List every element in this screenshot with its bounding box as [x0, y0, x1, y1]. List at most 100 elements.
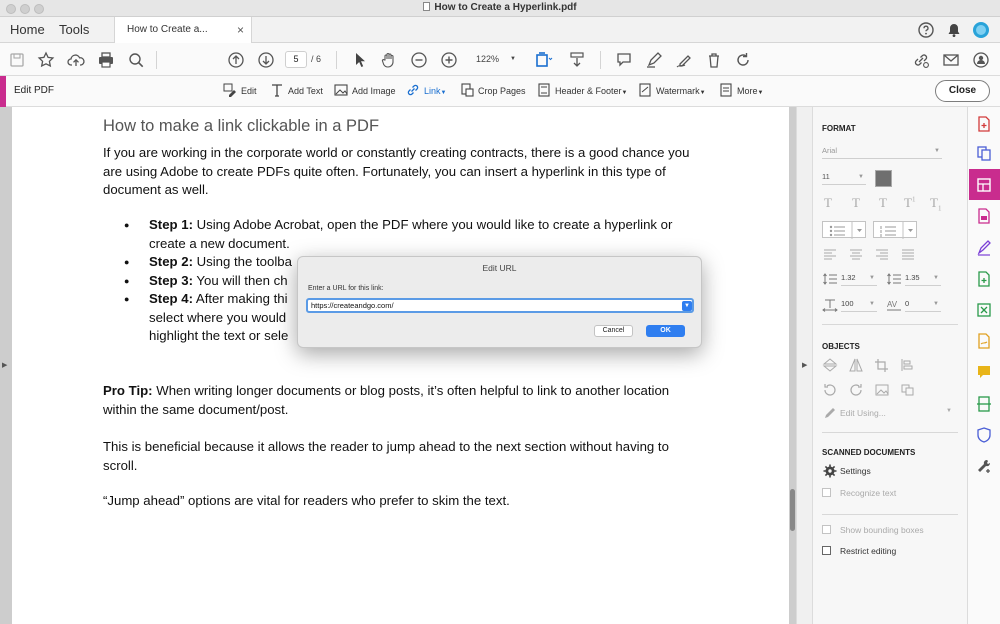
combine-files-icon[interactable] [976, 145, 992, 161]
find-search-icon[interactable] [126, 50, 146, 70]
intro-paragraph[interactable]: If you are working in the corporate worl… [103, 144, 703, 200]
edit-using-label[interactable]: Edit Using... [840, 408, 886, 418]
watermark-button[interactable]: Watermark▼ [638, 83, 706, 100]
help-icon[interactable] [917, 21, 935, 39]
superscript-icon[interactable]: T1 [904, 195, 915, 211]
left-panel-toggle-icon[interactable]: ▶ [2, 361, 7, 369]
edit-mode-accent [0, 76, 6, 107]
url-input[interactable] [306, 298, 694, 313]
next-page-icon[interactable] [256, 50, 276, 70]
request-signature-icon[interactable] [976, 333, 992, 349]
highlight-pen-icon[interactable] [644, 50, 664, 70]
protect-shield-icon[interactable] [976, 427, 992, 443]
crop-pages-button[interactable]: Crop Pages [460, 83, 526, 100]
text-underline-t-icon[interactable]: T [879, 195, 887, 211]
font-family-dropdown[interactable]: Arial▼ [822, 145, 942, 159]
create-pdf-icon[interactable] [976, 116, 992, 132]
bookmark-star-icon[interactable] [36, 50, 56, 70]
window-title: How to Create a Hyperlink.pdf [0, 2, 1000, 13]
save-icon[interactable] [7, 50, 27, 70]
paragraph-spacing-dropdown[interactable]: 1.35▼ [905, 272, 941, 286]
page-heading[interactable]: How to make a link clickable in a PDF [103, 117, 379, 136]
align-objects-dropdown-icon[interactable] [900, 358, 916, 372]
zoom-in-icon[interactable] [439, 50, 459, 70]
export-pdf-icon[interactable] [976, 208, 992, 224]
show-bounding-boxes-checkbox[interactable] [822, 525, 831, 534]
url-history-dropdown-icon[interactable]: ▼ [682, 301, 692, 311]
align-center-icon[interactable] [848, 247, 864, 261]
add-text-button[interactable]: Add Text [270, 83, 323, 100]
jump-ahead-paragraph[interactable]: “Jump ahead” options are vital for reade… [103, 492, 703, 511]
zoom-level-dropdown[interactable]: 122%▼ [468, 51, 520, 68]
text-color-swatch[interactable] [875, 170, 892, 187]
add-text-icon [270, 83, 284, 97]
comment-icon[interactable] [614, 50, 634, 70]
close-edit-button[interactable]: Close [935, 80, 990, 102]
right-panel-toggle-icon[interactable]: ▶ [802, 361, 807, 369]
link-dropdown-button[interactable]: Link▼ [406, 83, 446, 100]
numbered-list-dropdown[interactable] [873, 221, 917, 238]
upload-cloud-icon[interactable] [66, 50, 86, 70]
trash-icon[interactable] [704, 50, 724, 70]
font-size-dropdown[interactable]: 11▼ [822, 171, 866, 185]
print-icon[interactable] [96, 50, 116, 70]
line-spacing-dropdown[interactable]: 1.32▼ [841, 272, 877, 286]
align-left-icon[interactable] [822, 247, 838, 261]
text-style-t-icon[interactable]: T [824, 195, 832, 211]
scrolling-mode-icon[interactable] [567, 50, 587, 70]
zoom-out-icon[interactable] [409, 50, 429, 70]
export-excel-icon[interactable] [976, 302, 992, 318]
recognize-text-checkbox[interactable] [822, 488, 831, 497]
add-image-button[interactable]: Add Image [334, 83, 396, 100]
beneficial-paragraph[interactable]: This is beneficial because it allows the… [103, 438, 703, 475]
add-user-icon[interactable] [971, 50, 991, 70]
select-cursor-icon[interactable] [350, 50, 370, 70]
pro-tip-paragraph[interactable]: Pro Tip: When writing longer documents o… [103, 382, 703, 419]
more-button[interactable]: More▼ [719, 83, 763, 100]
restrict-editing-checkbox[interactable] [822, 546, 831, 555]
tab-tools[interactable]: Tools [59, 17, 89, 42]
more-tools-wrench-icon[interactable] [976, 458, 992, 474]
rotate-icon[interactable] [733, 50, 753, 70]
edit-tool-button[interactable]: Edit [223, 83, 257, 100]
header-footer-button[interactable]: Header & Footer▼ [537, 83, 628, 100]
close-tab-icon[interactable]: × [237, 17, 244, 43]
sign-icon[interactable] [674, 50, 694, 70]
cancel-button[interactable]: Cancel [594, 325, 633, 337]
character-spacing-dropdown[interactable]: 0▼ [905, 298, 941, 312]
subscript-icon[interactable]: T1 [930, 195, 941, 213]
gear-icon[interactable] [822, 464, 838, 478]
hand-tool-icon[interactable] [379, 50, 399, 70]
align-justify-icon[interactable] [900, 247, 916, 261]
text-italic-t-icon[interactable]: T [852, 195, 860, 211]
rotate-left-icon[interactable] [822, 383, 838, 397]
tab-document[interactable]: How to Create a... × [114, 17, 252, 43]
fill-sign-icon[interactable] [976, 240, 992, 256]
replace-image-icon[interactable] [874, 383, 890, 397]
align-right-icon[interactable] [874, 247, 890, 261]
chevron-down-icon: ▼ [858, 171, 864, 183]
ok-button[interactable]: OK [646, 325, 685, 337]
flip-horizontal-icon[interactable] [848, 358, 864, 372]
page-number-input[interactable]: 5 [285, 51, 307, 68]
list-item[interactable]: Step 1: Using Adobe Acrobat, open the PD… [103, 216, 703, 253]
crop-object-icon[interactable] [874, 358, 890, 372]
document-scrollbar[interactable] [790, 489, 795, 531]
share-link-icon[interactable] [911, 50, 931, 70]
scan-ocr-icon[interactable] [976, 396, 992, 412]
previous-page-icon[interactable] [226, 50, 246, 70]
comment-tool-icon[interactable] [976, 364, 992, 380]
fit-page-icon[interactable] [533, 50, 553, 70]
organize-pages-icon[interactable] [976, 271, 992, 287]
horizontal-scale-dropdown[interactable]: 100▼ [841, 298, 877, 312]
bullet-list-dropdown[interactable] [822, 221, 866, 238]
notifications-bell-icon[interactable] [945, 21, 963, 39]
settings-label[interactable]: Settings [840, 466, 871, 476]
account-avatar-icon[interactable] [972, 21, 990, 39]
arrange-objects-dropdown-icon[interactable] [900, 383, 916, 397]
tab-home[interactable]: Home [10, 17, 45, 42]
flip-vertical-icon[interactable] [822, 358, 838, 372]
edit-pdf-icon[interactable] [976, 177, 992, 193]
email-icon[interactable] [941, 50, 961, 70]
rotate-right-icon[interactable] [848, 383, 864, 397]
